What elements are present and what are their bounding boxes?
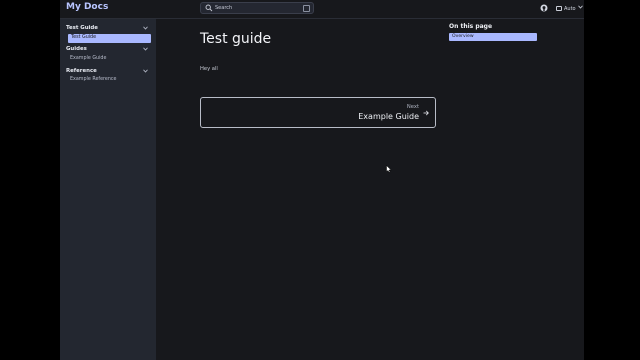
sidebar-group-reference[interactable]: Reference xyxy=(66,68,97,74)
next-page-link[interactable]: Next Example Guide xyxy=(200,97,436,128)
github-icon[interactable] xyxy=(540,4,548,12)
toc-item-overview[interactable]: Overview xyxy=(449,33,537,41)
site-title-link[interactable]: My Docs xyxy=(66,2,108,12)
chevron-down-icon[interactable] xyxy=(143,47,148,51)
chevron-down-icon[interactable] xyxy=(143,26,148,30)
arrow-right-icon xyxy=(423,110,429,116)
search-icon xyxy=(205,4,213,12)
next-page-title: Example Guide xyxy=(358,112,419,121)
search-box[interactable] xyxy=(200,2,314,14)
next-page-label: Next xyxy=(406,104,419,110)
docs-app: My Docs Auto Test Guide Test Gu xyxy=(60,0,584,360)
toc-title: On this page xyxy=(449,23,493,30)
sidebar-group-test-guide[interactable]: Test Guide xyxy=(66,25,98,31)
sidebar-group-guides[interactable]: Guides xyxy=(66,46,87,52)
keyboard-shortcut-icon xyxy=(303,5,310,12)
page-title: Test guide xyxy=(200,31,272,47)
sidebar-item-example-reference[interactable]: Example Reference xyxy=(70,77,117,82)
theme-select-value: Auto xyxy=(564,5,576,12)
chevron-down-icon[interactable] xyxy=(143,69,148,73)
top-header: My Docs Auto xyxy=(60,0,584,19)
search-input[interactable] xyxy=(215,3,301,13)
sidebar-item-test-guide[interactable]: Test Guide xyxy=(68,34,151,43)
sidebar: Test Guide Test Guide Guides Example Gui… xyxy=(60,19,156,360)
sidebar-item-example-guide[interactable]: Example Guide xyxy=(70,56,106,61)
toc-item-label: Overview xyxy=(452,34,474,39)
sidebar-item-label: Test Guide xyxy=(71,35,97,40)
monitor-icon xyxy=(556,6,562,11)
page-body-text: Hey all xyxy=(200,66,218,72)
chevron-down-icon[interactable] xyxy=(578,5,583,9)
theme-select[interactable]: Auto xyxy=(556,4,576,13)
mouse-pointer-icon xyxy=(386,165,392,173)
